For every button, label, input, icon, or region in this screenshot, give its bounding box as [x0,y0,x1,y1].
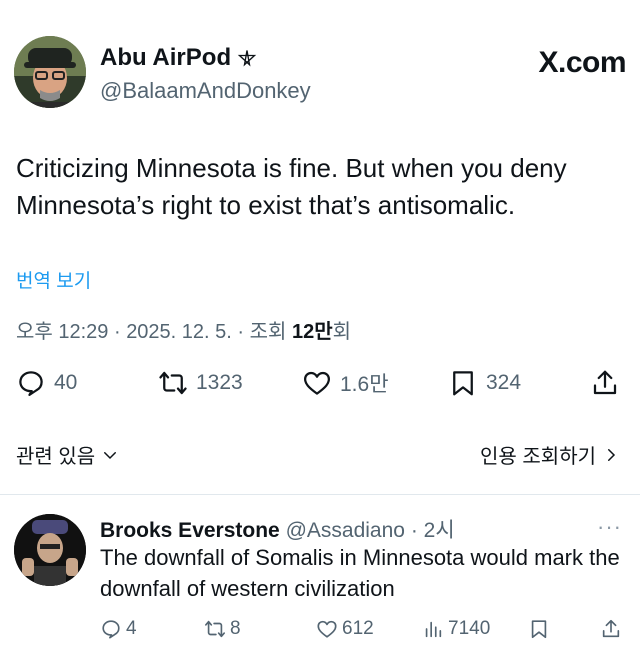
tweet-date[interactable]: 2025. 12. 5. [126,321,232,343]
share-icon [602,619,620,638]
author-handle[interactable]: @BalaamAndDonkey [100,78,311,104]
tweet-time[interactable]: 오후 12:29 [16,321,108,343]
reply-actions: 4 8 612 7140 [100,618,624,644]
meta-separator: · [237,321,250,343]
heart-icon [304,371,330,395]
reply-bookmark-button[interactable] [528,618,550,640]
reply-author-name[interactable]: Brooks Everstone [100,519,280,542]
chevron-down-icon [104,451,117,459]
reply-author-avatar[interactable] [14,514,86,586]
reply-reply-count: 4 [126,618,137,639]
tweet-actions: 40 1323 1.6만 324 [16,368,624,404]
reply-text: The downfall of Somalis in Minnesota wou… [100,545,620,601]
reply-views-count: 7140 [448,618,491,639]
author-name-text: Abu AirPod [100,44,232,71]
reply-avatar-image [14,514,86,586]
reply-icon [102,620,120,639]
bookmark-button[interactable]: 324 [448,368,521,398]
views-label: 조회 [249,321,287,343]
reply-like-count: 612 [342,618,374,639]
reply-author-handle[interactable]: @Assadiano [286,519,405,542]
brand-logo: X.com [538,46,626,79]
share-button[interactable] [590,368,620,398]
reply-button[interactable]: 40 [16,368,77,398]
reply-retweet-count: 8 [230,618,241,639]
reply-header: Brooks Everstone @Assadiano · 2시 [100,514,455,544]
tweet-meta: 오후 12:29 · 2025. 12. 5. · 조회 12만회 [16,315,351,344]
views-count: 12만 [292,321,333,343]
reply-like-button[interactable]: 612 [316,618,374,640]
author-avatar[interactable] [14,36,86,108]
tweet-text: Criticizing Minnesota is fine. But when … [16,153,567,220]
reply-count: 40 [54,371,78,394]
translate-link[interactable]: 번역 보기 [16,266,91,293]
heart-icon [317,620,337,638]
bookmark-icon [531,620,547,639]
chevron-right-icon [608,448,616,461]
reply-separator: · [410,519,424,542]
like-count: 1.6만 [340,373,389,396]
meta-separator: · [113,321,127,343]
share-icon [593,370,617,395]
retweet-icon [159,371,187,395]
related-row: 관련 있음 인용 조회하기 [16,440,620,468]
tweet-header: Abu AirPod @BalaamAndDonkey X.com [14,36,626,110]
retweet-icon [205,620,225,638]
author-display-name[interactable]: Abu AirPod [100,44,311,72]
bookmark-icon [453,371,473,396]
reply-time[interactable]: 2시 [424,519,455,542]
views-suffix: 회 [332,321,352,343]
view-quotes-link[interactable]: 인용 조회하기 [480,440,620,469]
like-button[interactable]: 1.6만 [302,368,389,398]
author-info: Abu AirPod @BalaamAndDonkey [100,44,311,104]
views-chart-icon [425,621,442,638]
related-toggle[interactable]: 관련 있음 [16,440,119,469]
more-options-icon[interactable]: ··· [597,514,622,540]
avatar-image [14,36,86,108]
related-label: 관련 있음 [16,446,96,468]
reply-retweet-button[interactable]: 8 [204,618,241,640]
reply-icon [19,371,43,396]
reply-views-button[interactable]: 7140 [422,618,490,640]
reply-tweet[interactable]: Brooks Everstone @Assadiano · 2시 ··· The… [0,500,640,654]
bookmark-count: 324 [486,371,522,394]
pentagram-icon [237,50,257,67]
reply-reply-button[interactable]: 4 [100,618,137,640]
reply-share-button[interactable] [600,618,622,640]
retweet-count: 1323 [196,371,243,394]
divider [0,494,640,495]
retweet-button[interactable]: 1323 [158,368,243,398]
quotes-label: 인용 조회하기 [480,446,596,468]
